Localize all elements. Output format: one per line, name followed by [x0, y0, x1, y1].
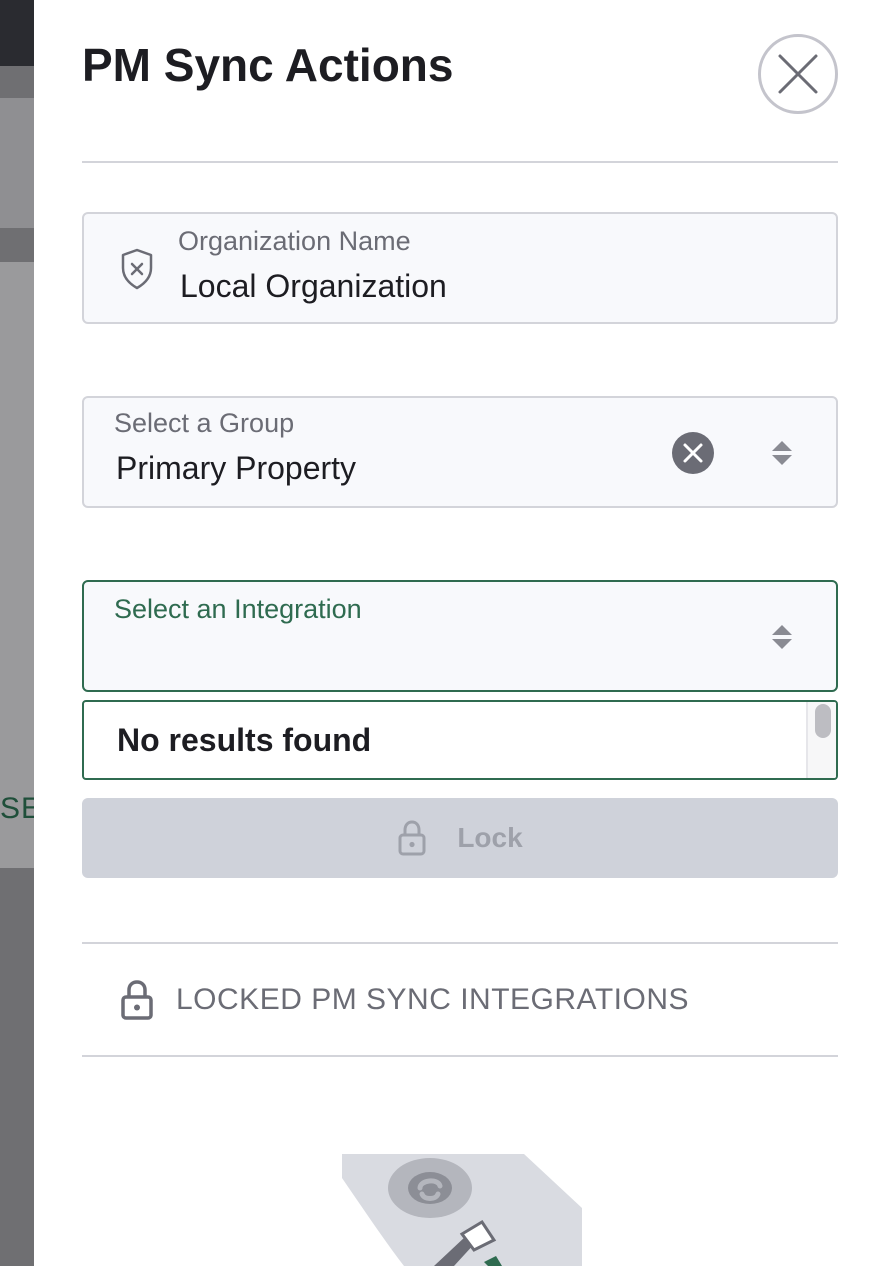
background-panel — [0, 262, 34, 868]
background-app: SE — [0, 0, 34, 1266]
group-select-value: Primary Property — [116, 450, 357, 486]
integration-dropdown-menu: No results found — [82, 700, 838, 780]
pm-sync-actions-drawer: PM Sync Actions Organization Name Local … — [34, 0, 882, 1266]
no-results-message: No results found — [117, 722, 372, 758]
organization-value: Local Organization — [180, 268, 447, 304]
group-select-label: Select a Group — [114, 408, 295, 438]
empty-state-illustration — [342, 1154, 582, 1266]
locked-integrations-title: LOCKED PM SYNC INTEGRATIONS — [176, 983, 690, 1016]
background-card — [0, 98, 34, 228]
lock-icon — [398, 820, 426, 856]
organization-label: Organization Name — [178, 226, 411, 256]
organization-field: Organization Name Local Organization — [82, 212, 838, 324]
integration-select-label: Select an Integration — [114, 594, 362, 624]
header-divider — [82, 161, 838, 163]
group-select[interactable]: Select a Group Primary Property — [82, 396, 838, 508]
dropdown-scrollbar[interactable] — [806, 702, 836, 778]
background-partial-text: SE — [0, 792, 34, 825]
shield-x-icon — [121, 248, 153, 290]
sort-arrows-icon[interactable] — [770, 622, 794, 652]
close-button[interactable] — [758, 34, 838, 114]
lock-button-label: Lock — [457, 822, 523, 853]
group-clear-button[interactable] — [672, 432, 714, 474]
dropdown-scrollbar-thumb[interactable] — [815, 704, 831, 738]
drawer-title: PM Sync Actions — [82, 39, 454, 91]
lock-icon — [121, 980, 153, 1020]
clear-circle-icon — [683, 443, 703, 463]
close-icon — [778, 54, 818, 94]
background-topbar — [0, 0, 34, 66]
sort-arrows-icon[interactable] — [770, 438, 794, 468]
lock-button[interactable]: Lock — [82, 798, 838, 878]
integration-select[interactable]: Select an Integration — [82, 580, 838, 692]
section-divider-bottom — [82, 1055, 838, 1057]
locked-integrations-section-header: LOCKED PM SYNC INTEGRATIONS — [82, 944, 838, 1056]
